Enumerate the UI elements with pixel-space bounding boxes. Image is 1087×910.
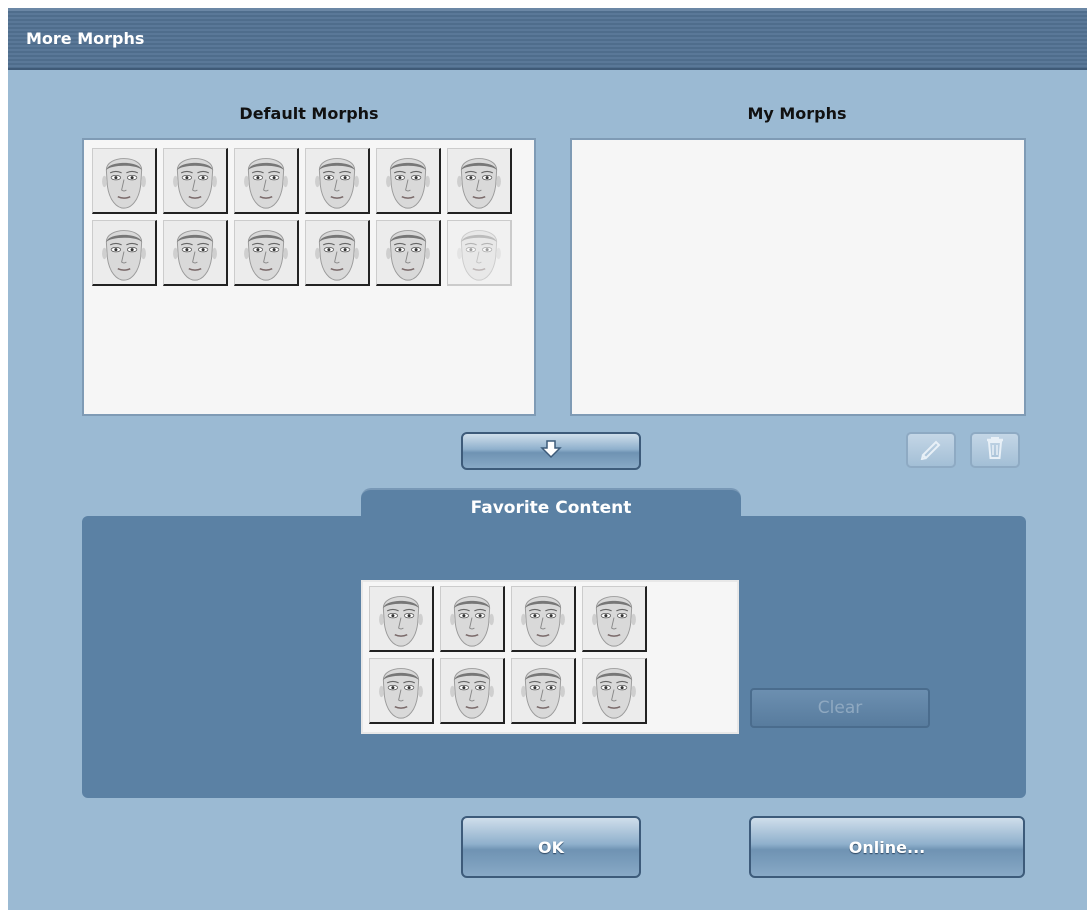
trash-icon (984, 435, 1006, 465)
online-button[interactable]: Online... (749, 816, 1025, 878)
title-bar[interactable]: More Morphs (8, 8, 1087, 70)
morph-thumbnail[interactable] (163, 148, 228, 214)
morph-thumbnail[interactable] (582, 586, 647, 652)
face-icon (370, 587, 432, 650)
clear-favorites-button[interactable]: Clear (750, 688, 930, 728)
face-icon (93, 149, 155, 212)
morph-thumbnail[interactable] (376, 148, 441, 214)
face-icon (441, 587, 503, 650)
favorite-content-label: Favorite Content (470, 498, 632, 518)
morph-thumbnail[interactable] (92, 148, 157, 214)
morph-thumbnail[interactable] (582, 658, 647, 724)
morph-thumbnail[interactable] (369, 586, 434, 652)
face-icon (583, 587, 645, 650)
morph-thumbnail[interactable] (92, 220, 157, 286)
favorite-content-panel (361, 580, 739, 734)
add-to-favorites-button[interactable] (461, 432, 641, 470)
favorite-content-grid (369, 586, 647, 724)
face-icon (370, 659, 432, 722)
my-morphs-panel (570, 138, 1026, 416)
morph-thumbnail[interactable] (511, 658, 576, 724)
face-icon (306, 149, 368, 212)
more-morphs-dialog: More Morphs Default Morphs My Morphs Fav… (8, 8, 1087, 910)
face-icon (512, 659, 574, 722)
face-icon (448, 221, 510, 284)
pencil-icon (918, 436, 944, 464)
face-icon (441, 659, 503, 722)
morph-thumbnail[interactable] (440, 586, 505, 652)
default-morphs-grid (92, 148, 512, 286)
my-morphs-label: My Morphs (747, 104, 847, 123)
arrow-down-icon (540, 439, 562, 463)
edit-morph-button[interactable] (906, 432, 956, 468)
face-icon (164, 149, 226, 212)
morph-thumbnail[interactable] (305, 220, 370, 286)
face-icon (164, 221, 226, 284)
morph-thumbnail[interactable] (511, 586, 576, 652)
face-icon (448, 149, 510, 212)
morph-thumbnail[interactable] (163, 220, 228, 286)
morph-thumbnail[interactable] (305, 148, 370, 214)
face-icon (512, 587, 574, 650)
morph-thumbnail[interactable] (376, 220, 441, 286)
default-morphs-label: Default Morphs (239, 104, 379, 123)
face-icon (583, 659, 645, 722)
morph-thumbnail[interactable] (447, 220, 512, 286)
face-icon (93, 221, 155, 284)
face-icon (235, 149, 297, 212)
face-icon (377, 149, 439, 212)
face-icon (306, 221, 368, 284)
face-icon (377, 221, 439, 284)
morph-thumbnail[interactable] (234, 148, 299, 214)
window-title: More Morphs (26, 29, 145, 48)
face-icon (235, 221, 297, 284)
morph-thumbnail[interactable] (234, 220, 299, 286)
default-morphs-panel (82, 138, 536, 416)
ok-button[interactable]: OK (461, 816, 641, 878)
morph-thumbnail[interactable] (369, 658, 434, 724)
morph-thumbnail[interactable] (447, 148, 512, 214)
delete-morph-button[interactable] (970, 432, 1020, 468)
morph-thumbnail[interactable] (440, 658, 505, 724)
